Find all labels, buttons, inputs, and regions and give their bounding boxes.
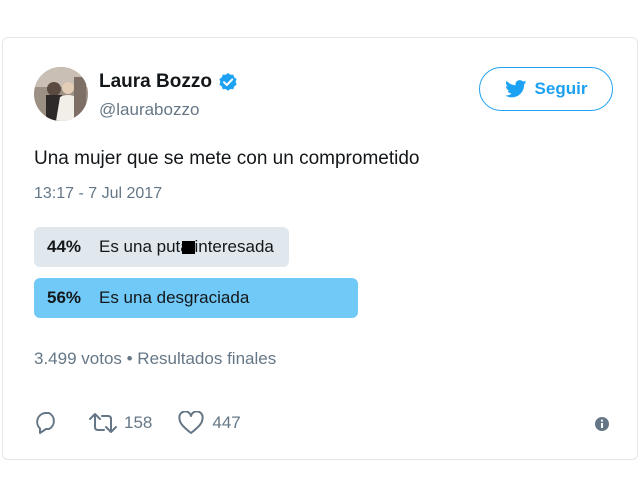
follow-label: Seguir — [534, 79, 588, 98]
tweet-text: Una mujer que se mete con un comprometid… — [34, 148, 420, 169]
poll-option: 56% Es una desgraciada — [34, 278, 434, 318]
author-handle[interactable]: @laurabozzo — [99, 100, 199, 120]
retweet-button[interactable]: 158 — [88, 412, 152, 434]
like-count: 447 — [212, 413, 241, 432]
heart-icon — [178, 411, 204, 435]
twitter-bird-icon — [504, 80, 527, 98]
poll-option-label: 56% Es una desgraciada — [47, 278, 249, 318]
retweet-icon — [88, 412, 118, 434]
poll-option: 44% Es una puta interesada — [34, 227, 434, 267]
like-button[interactable]: 447 — [178, 411, 241, 435]
author-name[interactable]: Laura Bozzo — [99, 71, 212, 93]
poll-summary: 3.499 votos • Resultados finales — [34, 349, 277, 368]
poll-option-label: 44% Es una puta interesada — [47, 227, 274, 267]
poll-percent: 56% — [47, 288, 82, 307]
avatar[interactable] — [34, 67, 88, 121]
author-row: Laura Bozzo — [99, 71, 238, 93]
reply-icon — [34, 411, 60, 435]
verified-badge-icon — [218, 72, 238, 92]
action-bar: 158 447 — [34, 411, 241, 435]
follow-button[interactable]: Seguir — [479, 67, 613, 111]
poll-percent: 44% — [47, 237, 82, 256]
retweet-count: 158 — [124, 413, 153, 432]
tweet-timestamp[interactable]: 13:17 - 7 Jul 2017 — [34, 185, 162, 203]
censor-mark — [182, 241, 195, 254]
info-icon[interactable] — [594, 416, 610, 432]
reply-button[interactable] — [34, 411, 60, 435]
poll-option-text: Es una desgraciada — [99, 288, 250, 307]
tweet-card: Laura Bozzo @laurabozzo Seguir Una mujer… — [2, 37, 638, 460]
